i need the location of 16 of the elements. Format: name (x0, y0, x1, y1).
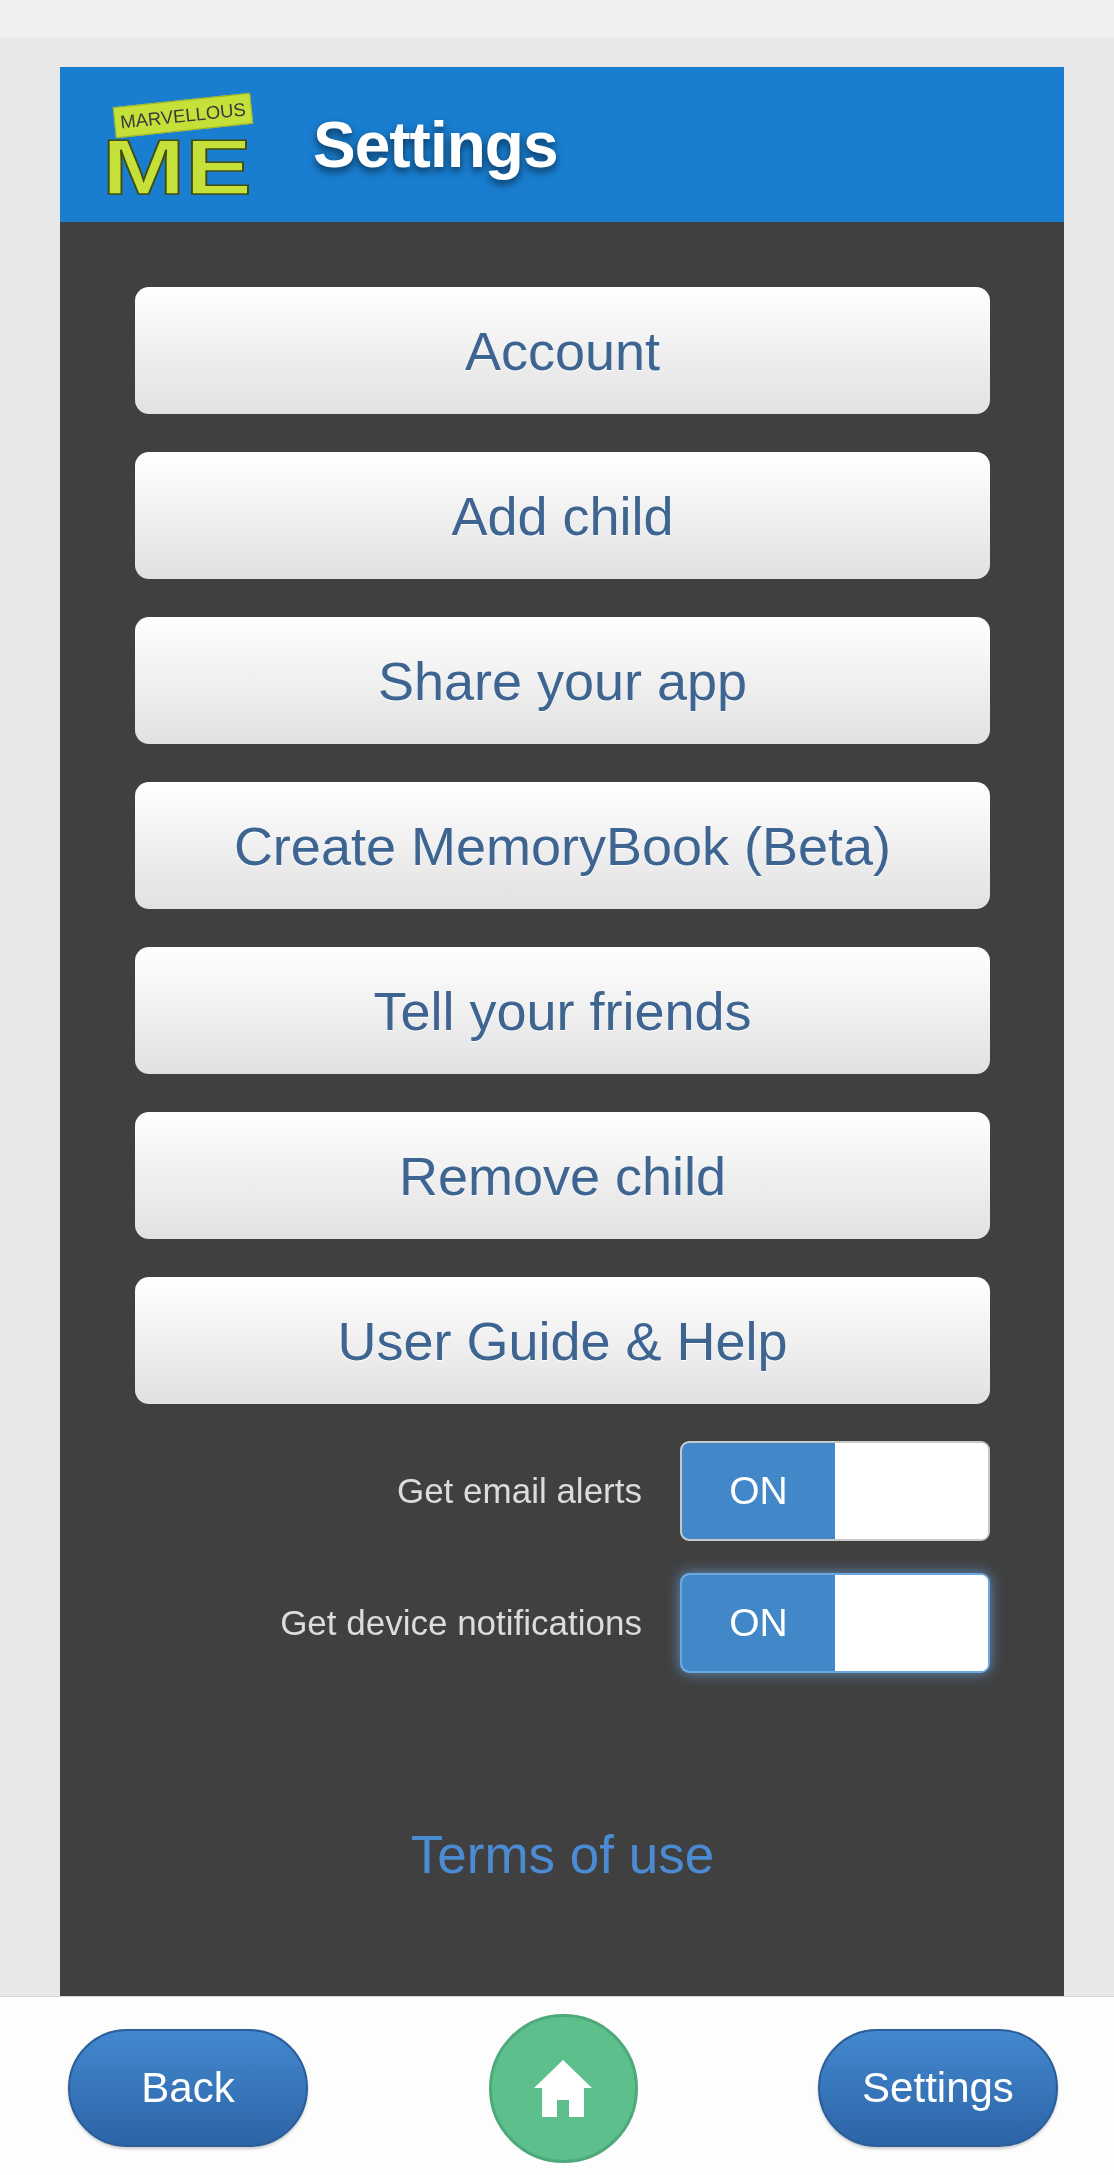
house-icon (534, 2059, 592, 2117)
menu-button[interactable]: Remove child (135, 1112, 990, 1239)
menu-button[interactable]: Account (135, 287, 990, 414)
terms-link[interactable]: Terms of use (410, 1825, 715, 1886)
menu-button[interactable]: Create MemoryBook (Beta) (135, 782, 990, 909)
toggle-switch[interactable]: ON (680, 1441, 990, 1541)
menu-button[interactable]: Add child (135, 452, 990, 579)
back-button[interactable]: Back (68, 2029, 308, 2147)
toggle-switch[interactable]: ON (680, 1573, 990, 1673)
toggle-label: Get email alerts (396, 1471, 642, 1511)
menu-button[interactable]: Tell your friends (135, 947, 990, 1074)
menu-button[interactable]: User Guide & Help (135, 1277, 990, 1404)
logo: MARVELLOUS ME (100, 92, 257, 197)
menu-button[interactable]: Share your app (135, 617, 990, 744)
toggle-label: Get device notifications (280, 1603, 642, 1643)
settings-button[interactable]: Settings (818, 2029, 1058, 2147)
